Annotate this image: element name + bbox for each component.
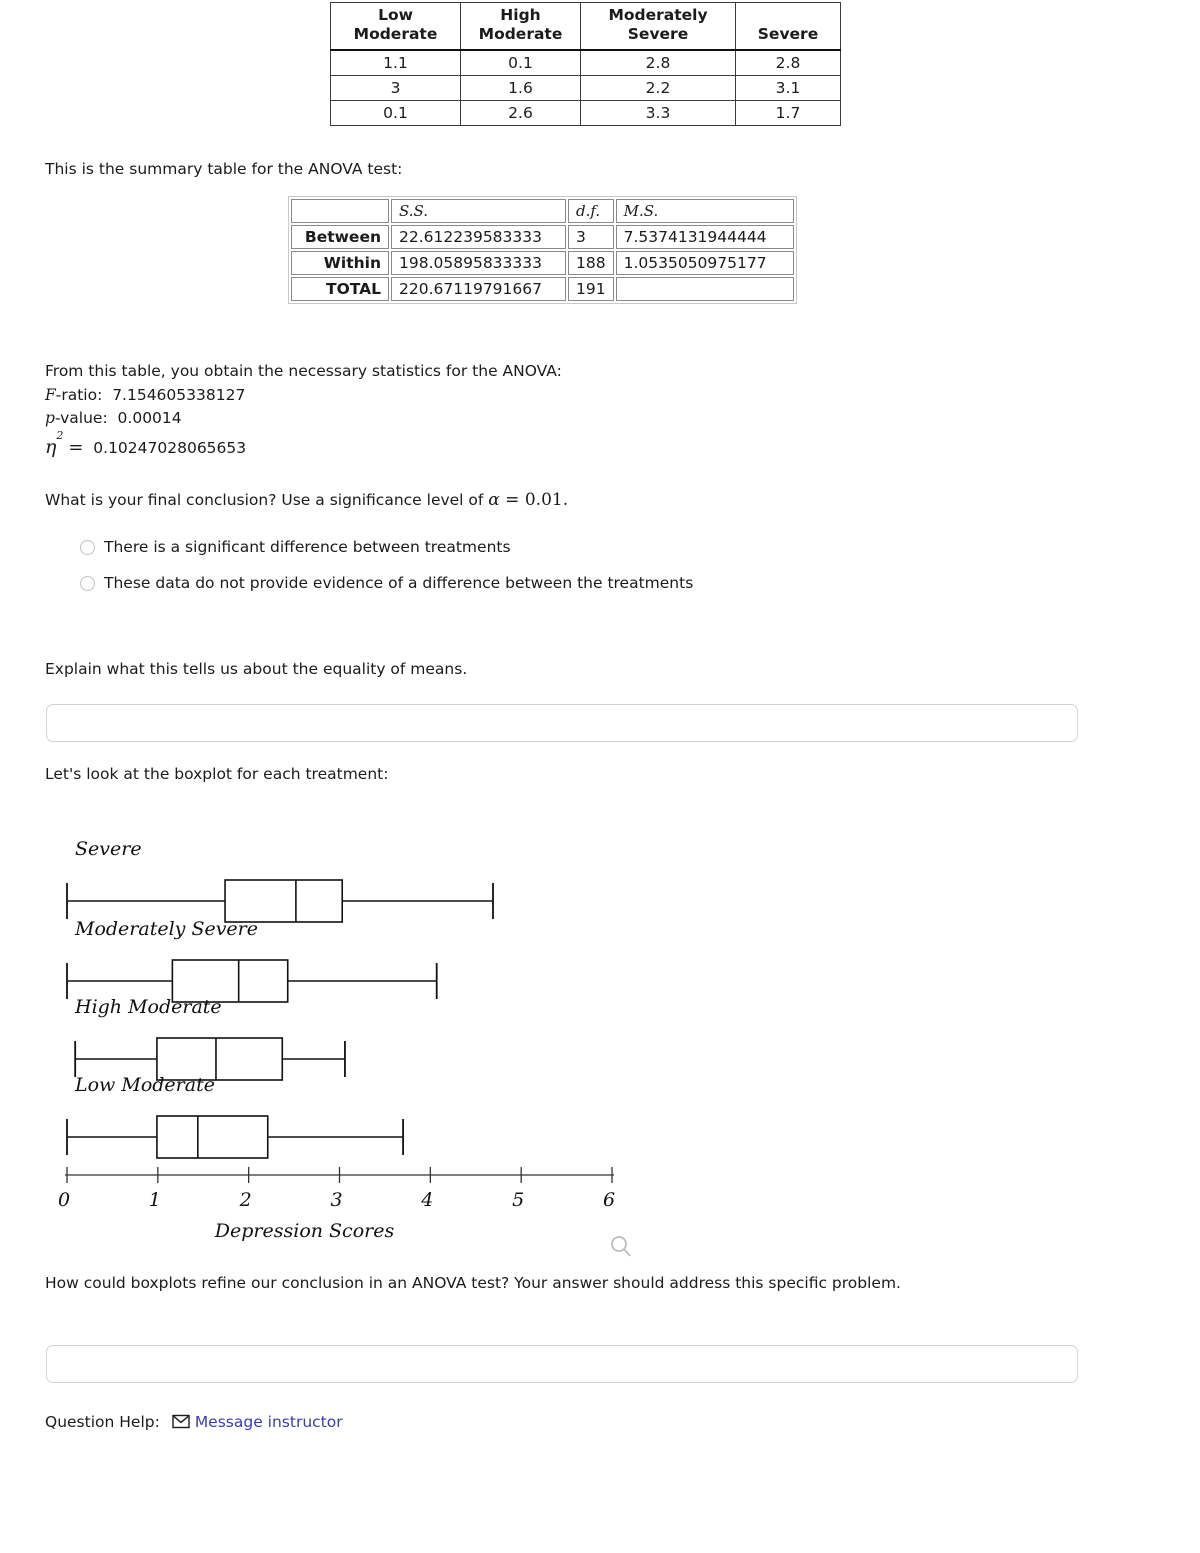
data-cell: 2.6 [460,99,581,126]
anova-row-label-total: TOTAL [291,277,389,301]
conclusion-question-text: What is your final conclusion? Use a sig… [45,491,489,509]
message-instructor-link[interactable]: Message instructor [195,1413,343,1431]
p-value-symbol: p [45,409,55,428]
data-header-moderately-severe: Moderately Severe [580,1,736,51]
data-table-header-row: Low Moderate High Moderate Moderately Se… [330,1,841,51]
data-cell: 3.3 [580,99,736,126]
data-cell: 1.7 [735,99,841,126]
boxplot-chart: Severe Moderately Severe High Moderate L… [0,820,700,1280]
data-cell: 2.8 [735,49,841,76]
p-value-line: p-value: 0.00014 [45,407,562,431]
anova-cell-ss-within: 198.05895833333 [391,251,566,275]
data-cell: 3.1 [735,74,841,101]
question-help-footer: Question Help: Message instructor [45,1412,343,1431]
eta-equals-sign: = [68,436,84,458]
anova-header-row: S.S. d.f. M.S. [291,199,794,223]
table-row: TOTAL 220.67119791667 191 [291,277,794,301]
final-conclusion-question: What is your final conclusion? Use a sig… [45,488,568,513]
anova-cell-df-between: 3 [568,225,614,249]
anova-row-label-between: Between [291,225,389,249]
table-row: Within 198.05895833333 188 1.05350509751… [291,251,794,275]
alpha-symbol: α [488,490,500,510]
data-cell: 1.6 [460,74,581,101]
question-page: Low Moderate High Moderate Moderately Se… [0,0,1200,1553]
boxplot-label-moderately-severe: Moderately Severe [75,918,259,940]
boxplot-label-low-moderate: Low Moderate [75,1074,215,1096]
boxplot-svg: 0 1 2 3 4 5 6 Depression Scores [58,879,615,1242]
x-axis-tick-label: 1 [149,1189,161,1211]
option-significant-difference[interactable]: There is a significant difference betwee… [80,538,693,556]
envelope-icon[interactable] [172,1414,190,1433]
data-cell: 2.2 [580,74,736,101]
data-cell: 0.1 [460,49,581,76]
refine-answer-input[interactable] [46,1345,1078,1383]
boxplot-label-severe: Severe [75,838,142,860]
alpha-value: 0.01. [524,490,569,510]
statistics-block: From this table, you obtain the necessar… [45,360,562,462]
equality-answer-input[interactable] [46,704,1078,742]
question-help-label: Question Help: [45,1412,160,1431]
data-cell: 1.1 [330,49,461,76]
option-label: There is a significant difference betwee… [104,538,511,556]
radio-button-icon[interactable] [80,539,95,555]
option-label: These data do not provide evidence of a … [104,574,694,592]
x-axis-tick-label: 6 [603,1189,615,1211]
magnifier-icon[interactable] [608,1232,634,1266]
f-ratio-symbol: F [45,385,56,404]
eta-symbol: η2 [45,429,64,458]
data-header-low-moderate: Low Moderate [330,1,461,51]
table-row: 0.1 2.6 3.3 1.7 [330,99,841,126]
anova-header-ms: M.S. [615,199,794,223]
data-cell: 0.1 [330,99,461,126]
anova-header-df: d.f. [568,199,614,223]
data-header-high-moderate: High Moderate [460,1,581,51]
radio-button-icon[interactable] [80,575,95,591]
anova-cell-ss-total: 220.67119791667 [391,277,566,301]
eta-squared-line: η2 = 0.10247028065653 [45,429,562,462]
p-value-value: 0.00014 [117,409,182,428]
x-axis-tick-label: 2 [239,1189,252,1211]
x-axis-tick-label: 3 [330,1189,342,1211]
anova-summary-table: S.S. d.f. M.S. Between 22.612239583333 3… [288,196,797,304]
f-ratio-label: -ratio: [55,385,103,404]
eta-exponent: 2 [56,429,64,443]
anova-corner-cell [291,199,389,223]
table-row: 3 1.6 2.2 3.1 [330,74,841,101]
summary-table-intro: This is the summary table for the ANOVA … [45,160,403,178]
anova-row-label-within: Within [291,251,389,275]
anova-cell-ms-between: 7.5374131944444 [615,225,794,249]
anova-cell-df-within: 188 [568,251,614,275]
f-ratio-value: 7.154605338127 [112,385,246,404]
x-axis-tick-label: 5 [512,1189,524,1211]
refine-conclusion-prompt: How could boxplots refine our conclusion… [45,1274,901,1292]
table-row: 1.1 0.1 2.8 2.8 [330,49,841,76]
anova-cell-ms-total [615,277,794,301]
stats-intro: From this table, you obtain the necessar… [45,362,562,380]
anova-cell-ss-between: 22.612239583333 [391,225,566,249]
option-no-evidence[interactable]: These data do not provide evidence of a … [80,574,693,592]
p-value-label: -value: [54,409,108,428]
alpha-equals-sign: = [499,490,525,510]
x-axis-title: Depression Scores [214,1220,395,1242]
boxplot-label-high-moderate: High Moderate [75,996,222,1018]
equality-of-means-prompt: Explain what this tells us about the equ… [45,660,468,678]
eta-squared-value: 0.10247028065653 [93,438,247,457]
treatment-data-table: Low Moderate High Moderate Moderately Se… [330,1,841,126]
boxplot-intro-text: Let's look at the boxplot for each treat… [45,765,389,783]
f-ratio-line: F-ratio: 7.154605338127 [45,384,562,408]
data-header-severe: Severe [735,1,841,51]
table-row: Between 22.612239583333 3 7.537413194444… [291,225,794,249]
data-cell: 3 [330,74,461,101]
anova-cell-df-total: 191 [568,277,614,301]
x-axis-tick-label: 4 [420,1189,433,1211]
conclusion-options-group: There is a significant difference betwee… [80,538,693,610]
data-cell: 2.8 [580,49,736,76]
anova-header-ss: S.S. [391,199,566,223]
anova-cell-ms-within: 1.0535050975177 [615,251,794,275]
x-axis-tick-label: 0 [58,1189,70,1211]
